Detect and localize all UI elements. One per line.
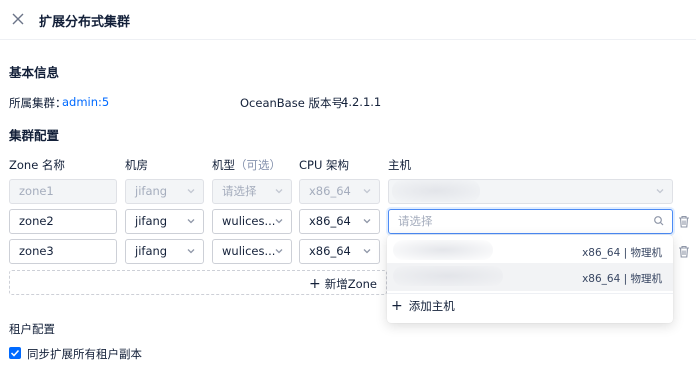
close-icon[interactable] — [10, 11, 26, 27]
chevron-down-icon — [363, 189, 371, 194]
host-option-meta: x86_64 | 物理机 — [582, 247, 662, 259]
cluster-config-title: 集群配置 — [9, 128, 60, 143]
chevron-down-icon — [363, 219, 371, 224]
chevron-down-icon — [275, 189, 283, 194]
zone-name-input: zone1 — [9, 179, 117, 204]
machine-type-select: 请选择 — [212, 179, 292, 204]
delete-icon[interactable] — [678, 245, 690, 258]
page-title: 扩展分布式集群 — [39, 15, 131, 30]
basic-info-title: 基本信息 — [9, 65, 60, 80]
version-label: OceanBase 版本号： — [240, 96, 355, 110]
chevron-down-icon — [275, 249, 283, 254]
host-option-meta: x86_64 | 物理机 — [582, 273, 662, 285]
cluster-link[interactable]: admin:5 — [62, 95, 109, 109]
chevron-down-icon — [275, 219, 283, 224]
col-zone-name: Zone 名称 — [9, 158, 65, 172]
cpu-arch-select[interactable]: x86_64 — [299, 239, 380, 264]
cpu-arch-select: x86_64 — [299, 179, 380, 204]
col-machine-type-hint: （可选） — [235, 158, 281, 172]
cpu-arch-select[interactable]: x86_64 — [299, 209, 380, 234]
sync-tenant-checkbox[interactable] — [9, 347, 21, 359]
chevron-down-icon — [187, 219, 195, 224]
cluster-label: 所属集群： — [9, 96, 67, 110]
chevron-down-icon — [187, 189, 195, 194]
col-idc: 机房 — [125, 158, 148, 172]
col-host: 主机 — [388, 158, 411, 172]
col-machine-type-label: 机型 — [212, 158, 235, 172]
host-select[interactable]: 请选择 — [388, 209, 673, 234]
plus-icon: + — [391, 298, 403, 314]
redacted-host — [392, 180, 480, 202]
search-icon — [654, 216, 664, 226]
tenant-config-title: 租户配置 — [9, 322, 55, 336]
version-value: 4.2.1.1 — [341, 95, 382, 109]
dropdown-divider — [387, 293, 673, 294]
plus-icon: + — [309, 276, 321, 292]
zone-name-input[interactable]: zone2 — [9, 209, 117, 234]
zone-name-input[interactable]: zone3 — [9, 239, 117, 264]
chevron-down-icon — [187, 249, 195, 254]
col-cpu-arch: CPU 架构 — [299, 158, 350, 172]
host-dropdown: x86_64 | 物理机 x86_64 | 物理机 + 添加主机 — [387, 235, 673, 323]
machine-type-select[interactable]: wulices... — [212, 239, 292, 264]
idc-select[interactable]: jifang — [125, 209, 204, 234]
delete-icon[interactable] — [678, 215, 690, 228]
redacted-host — [393, 240, 493, 260]
chevron-down-icon — [656, 189, 664, 194]
idc-select: jifang — [125, 179, 204, 204]
col-machine-type: 机型（可选） — [212, 157, 281, 173]
add-host-button[interactable]: + 添加主机 — [391, 298, 455, 314]
chevron-down-icon — [363, 249, 371, 254]
sync-tenant-label[interactable]: 同步扩展所有租户副本 — [27, 346, 142, 362]
check-icon — [10, 349, 20, 357]
add-zone-label: + 新增Zone — [309, 276, 378, 292]
host-option[interactable]: x86_64 | 物理机 — [387, 237, 673, 265]
redacted-host — [393, 266, 503, 286]
host-option[interactable]: x86_64 | 物理机 — [387, 263, 673, 291]
drawer-header: 扩展分布式集群 — [0, 0, 696, 40]
machine-type-select[interactable]: wulices... — [212, 209, 292, 234]
idc-select[interactable]: jifang — [125, 239, 204, 264]
